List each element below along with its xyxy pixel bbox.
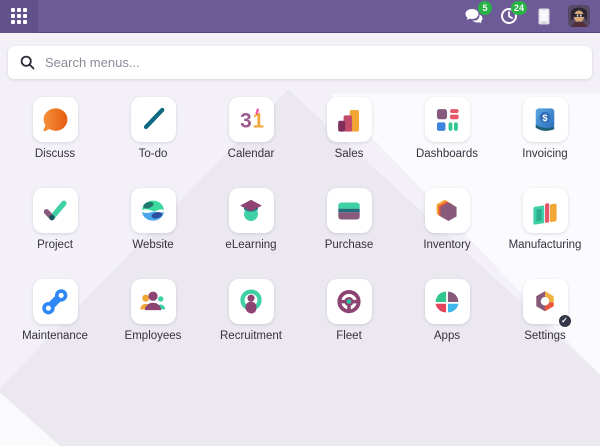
activities-button[interactable]: 24	[498, 4, 520, 28]
sales-icon	[332, 103, 366, 137]
app-label: eLearning	[225, 239, 276, 251]
app-label: Project	[37, 239, 73, 251]
app-calendar[interactable]: 3 1 Calendar	[202, 97, 300, 160]
app-label: Maintenance	[22, 330, 88, 342]
app-label: Employees	[125, 330, 182, 342]
app-apps[interactable]: Apps	[398, 279, 496, 342]
settings-icon	[528, 285, 562, 319]
employees-icon	[136, 285, 170, 319]
app-manufacturing[interactable]: Manufacturing	[496, 188, 594, 251]
recruitment-icon	[234, 285, 268, 319]
app-tile	[327, 188, 372, 233]
app-inventory[interactable]: Inventory	[398, 188, 496, 251]
app-todo[interactable]: To-do	[104, 97, 202, 160]
manufacturing-icon	[528, 194, 562, 228]
app-fleet[interactable]: Fleet	[300, 279, 398, 342]
app-invoicing[interactable]: $ Invoicing	[496, 97, 594, 160]
app-tile	[425, 279, 470, 324]
app-label: Calendar	[228, 148, 275, 160]
fleet-icon	[332, 285, 366, 319]
app-tile	[229, 279, 274, 324]
purchase-icon	[332, 194, 366, 228]
app-dashboards[interactable]: Dashboards	[398, 97, 496, 160]
phone-icon	[538, 8, 550, 25]
app-label: To-do	[139, 148, 168, 160]
app-tile	[33, 188, 78, 233]
app-label: Settings	[524, 330, 566, 342]
mobile-button[interactable]	[533, 4, 555, 28]
svg-text:$: $	[542, 112, 548, 122]
todo-icon	[136, 103, 170, 137]
app-maintenance[interactable]: Maintenance	[6, 279, 104, 342]
app-tile: 3 1	[229, 97, 274, 142]
app-label: Website	[132, 239, 173, 251]
app-tile	[327, 279, 372, 324]
search-box[interactable]	[8, 46, 592, 79]
odoo-home-screen: 5 24	[0, 0, 600, 446]
app-tile	[229, 188, 274, 233]
search-icon	[20, 55, 35, 70]
svg-text:1: 1	[253, 109, 265, 132]
app-tile	[327, 97, 372, 142]
app-recruitment[interactable]: Recruitment	[202, 279, 300, 342]
activities-badge: 24	[511, 1, 527, 15]
search-input[interactable]	[45, 55, 580, 70]
app-label: Invoicing	[522, 148, 567, 160]
invoicing-icon: $	[528, 103, 562, 137]
app-tile	[131, 279, 176, 324]
avatar-image	[568, 5, 590, 27]
app-employees[interactable]: Employees	[104, 279, 202, 342]
discuss-icon	[38, 103, 72, 137]
app-label: Discuss	[35, 148, 75, 160]
app-label: Apps	[434, 330, 460, 342]
app-label: Inventory	[423, 239, 470, 251]
inventory-icon	[430, 194, 464, 228]
messages-button[interactable]: 5	[463, 4, 485, 28]
app-tile	[131, 188, 176, 233]
settings-check-badge: ✓	[558, 314, 572, 328]
app-tile	[425, 97, 470, 142]
elearning-icon	[234, 194, 268, 228]
apps-menu-button[interactable]	[0, 0, 38, 33]
search-section	[0, 33, 600, 79]
maintenance-icon	[38, 285, 72, 319]
app-sales[interactable]: Sales	[300, 97, 398, 160]
app-label: Sales	[335, 148, 364, 160]
calendar-icon: 3 1	[234, 103, 268, 137]
app-purchase[interactable]: Purchase	[300, 188, 398, 251]
apps-icon	[430, 285, 464, 319]
app-website[interactable]: Website	[104, 188, 202, 251]
app-tile: ✓	[523, 279, 568, 324]
app-label: Dashboards	[416, 148, 478, 160]
app-tile: $	[523, 97, 568, 142]
app-tile	[131, 97, 176, 142]
app-tile	[33, 279, 78, 324]
app-label: Purchase	[325, 239, 374, 251]
app-tile	[33, 97, 78, 142]
app-elearning[interactable]: eLearning	[202, 188, 300, 251]
app-tile	[523, 188, 568, 233]
app-label: Recruitment	[220, 330, 282, 342]
app-project[interactable]: Project	[6, 188, 104, 251]
dashboards-icon	[430, 103, 464, 137]
topbar-right: 5 24	[463, 4, 600, 28]
svg-text:3: 3	[240, 109, 252, 132]
app-tile	[425, 188, 470, 233]
messages-badge: 5	[478, 1, 492, 15]
app-label: Fleet	[336, 330, 362, 342]
website-icon	[136, 194, 170, 228]
project-icon	[38, 194, 72, 228]
app-discuss[interactable]: Discuss	[6, 97, 104, 160]
apps-grid: Discuss To-do 3 1 Calenda	[0, 97, 600, 342]
top-bar: 5 24	[0, 0, 600, 33]
user-avatar[interactable]	[568, 5, 590, 27]
app-settings[interactable]: ✓ Settings	[496, 279, 594, 342]
grid-icon	[11, 8, 27, 24]
app-label: Manufacturing	[509, 239, 582, 251]
